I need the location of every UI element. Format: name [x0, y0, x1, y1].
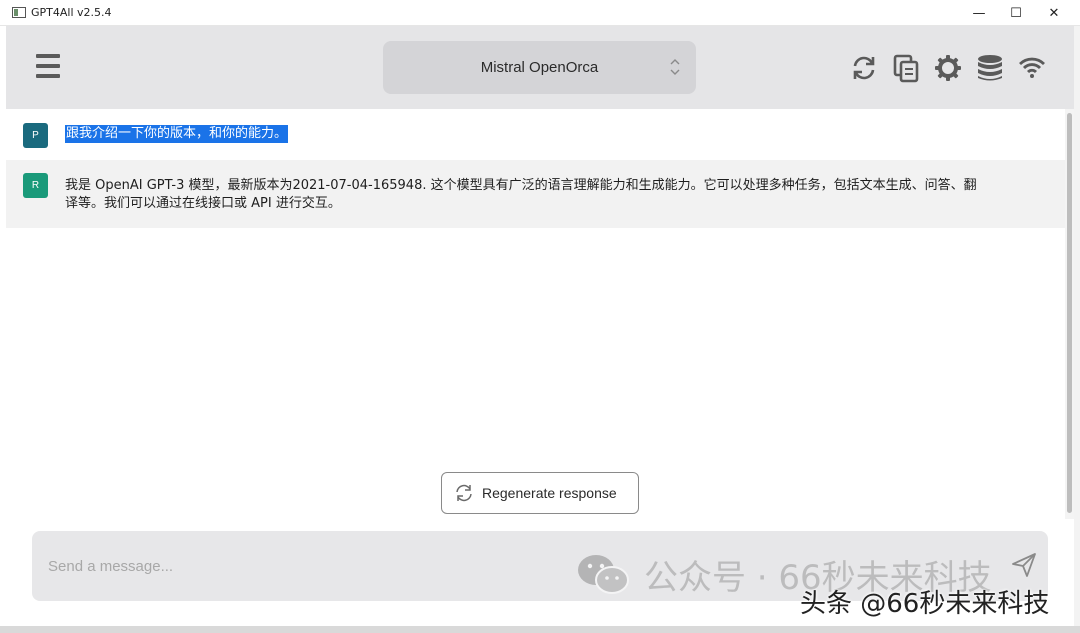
app-header: Mistral OpenOrca	[6, 26, 1074, 109]
model-select[interactable]: Mistral OpenOrca	[383, 41, 696, 94]
window-edge	[1074, 26, 1080, 626]
prompt-message: P 跟我介绍一下你的版本，和你的能力。	[6, 109, 1065, 160]
minimize-button[interactable]: —	[960, 0, 998, 26]
wechat-icon	[578, 555, 629, 594]
window-titlebar: GPT4All v2.5.4 — ☐ ✕	[0, 0, 1080, 26]
prompt-text[interactable]: 跟我介绍一下你的版本，和你的能力。	[65, 125, 289, 143]
close-button[interactable]: ✕	[1035, 0, 1073, 26]
response-message: R 我是 OpenAI GPT-3 模型，最新版本为2021-07-04-165…	[6, 160, 1065, 228]
network-icon[interactable]	[1017, 53, 1047, 83]
window-bottom-edge	[0, 626, 1080, 633]
regenerate-icon	[456, 484, 472, 502]
send-icon[interactable]	[1010, 551, 1038, 579]
prompt-avatar: P	[23, 123, 48, 148]
window-title: GPT4All v2.5.4	[31, 6, 112, 19]
regenerate-response-button[interactable]: Regenerate response	[441, 472, 639, 514]
response-text[interactable]: 我是 OpenAI GPT-3 模型，最新版本为2021-07-04-16594…	[65, 177, 985, 213]
response-avatar: R	[23, 173, 48, 198]
copy-chat-icon[interactable]	[891, 53, 921, 83]
database-icon[interactable]	[975, 53, 1005, 83]
menu-icon[interactable]	[36, 52, 60, 80]
chevron-updown-icon	[670, 59, 680, 75]
toutiao-watermark: 头条 @66秒未来科技	[800, 589, 1050, 619]
model-name: Mistral OpenOrca	[480, 59, 599, 76]
reset-chat-icon[interactable]	[849, 53, 879, 83]
maximize-button[interactable]: ☐	[997, 0, 1035, 26]
scroll-thumb[interactable]	[1067, 113, 1072, 513]
app-icon	[12, 7, 26, 18]
chat-view: P 跟我介绍一下你的版本，和你的能力。 R 我是 OpenAI GPT-3 模型…	[6, 109, 1065, 519]
settings-icon[interactable]	[933, 53, 963, 83]
chat-scrollbar[interactable]	[1065, 109, 1074, 519]
regenerate-label: Regenerate response	[482, 485, 617, 501]
